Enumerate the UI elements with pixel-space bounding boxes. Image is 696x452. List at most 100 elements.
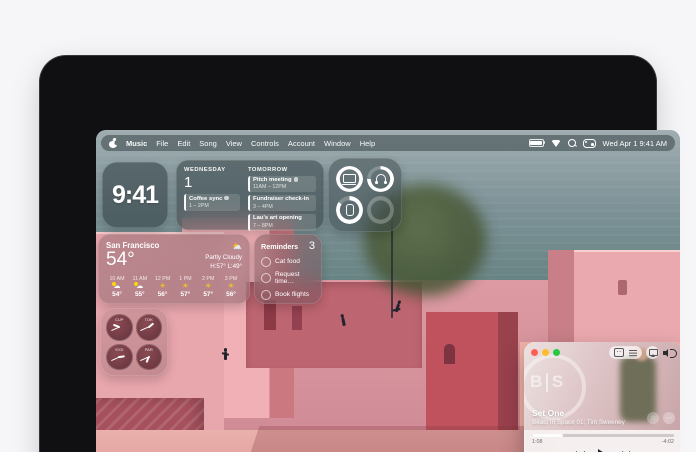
reminder-item[interactable]: Book flights: [261, 289, 315, 300]
song-title: Set One: [532, 408, 565, 418]
music-mini-player-window[interactable]: B S Set One Beats In Space 01: Tim Sween…: [524, 342, 680, 452]
reminder-item[interactable]: Request time…: [261, 271, 315, 285]
screen: Music File Edit Song View Controls Accou…: [96, 130, 680, 452]
more-options-button[interactable]: ⋯: [663, 412, 675, 424]
device-bezel: Music File Edit Song View Controls Accou…: [40, 56, 680, 452]
clock-face-paris: PAR: [135, 343, 162, 370]
volume-wave: [670, 349, 677, 358]
menu-item-controls[interactable]: Controls: [251, 139, 279, 148]
calendar-event[interactable]: Lau's art opening 7 – 8PM: [248, 213, 316, 231]
reminders-widget[interactable]: Reminders 3 Cat food Request time… Book …: [254, 234, 322, 304]
menu-item-account[interactable]: Account: [288, 139, 315, 148]
clock-face-tokyo: TOK: [135, 314, 162, 341]
battery-icon[interactable]: [528, 138, 546, 148]
minute-hand: [110, 356, 120, 361]
clock-widget[interactable]: 9:41: [102, 162, 168, 228]
minimize-button[interactable]: [542, 349, 549, 356]
menu-item-help[interactable]: Help: [360, 139, 375, 148]
menu-bar: Music File Edit Song View Controls Accou…: [101, 135, 675, 151]
menu-item-window[interactable]: Window: [324, 139, 351, 148]
battery-ring-headphones: [367, 166, 394, 192]
calendar-event-time: 7 – 8PM: [253, 222, 273, 229]
battery-ring-empty: [367, 195, 394, 224]
airplay-icon[interactable]: [646, 346, 659, 359]
wallpaper-red-block-side: [498, 312, 518, 442]
calendar-event[interactable]: Fundraiser check-in 3 – 4PM: [248, 194, 316, 212]
wallpaper-doorway: [292, 306, 302, 330]
lyrics-icon[interactable]: [614, 348, 624, 357]
batteries-widget[interactable]: [328, 158, 402, 232]
calendar-event[interactable]: Pitch meeting 11AM – 12PM: [248, 175, 316, 193]
hour-temp: 56°: [226, 290, 236, 298]
menu-item-song[interactable]: Song: [199, 139, 217, 148]
checkbox-circle-icon[interactable]: [261, 273, 271, 283]
hour-label: 2 PM: [202, 275, 215, 282]
minute-hand: [140, 326, 149, 332]
coffee-cup-icon: [224, 195, 229, 201]
laptop-icon: [341, 174, 356, 185]
album-logo: B S: [530, 372, 563, 392]
city-label: PAR: [144, 346, 153, 352]
world-clock-widget[interactable]: CUP TOK SYD PAR: [100, 308, 168, 376]
minute-hand: [110, 326, 120, 332]
volume-icon[interactable]: [663, 348, 677, 358]
calendar-event-title: Pitch meeting: [253, 177, 292, 183]
weather-hour: 3 PM ☀ 56°: [220, 276, 242, 298]
control-center-icon[interactable]: [582, 138, 596, 148]
calendar-event-time: 11AM – 12PM: [253, 184, 287, 191]
checkbox-circle-icon[interactable]: [261, 256, 271, 267]
zoom-button[interactable]: [553, 349, 560, 356]
partly-cloudy-icon: ☁: [111, 281, 121, 290]
checkbox-circle-icon[interactable]: [261, 289, 271, 300]
weather-right: ⛅ Partly Cloudy H:57° L:49°: [205, 241, 242, 272]
clock-face-sydney: SYD: [106, 343, 133, 370]
favorite-star-button[interactable]: ☆: [647, 412, 659, 424]
hour-temp: 57°: [180, 290, 191, 298]
close-button[interactable]: [531, 349, 538, 356]
wifi-icon[interactable]: [550, 139, 561, 147]
sun-icon: ☀: [205, 281, 212, 290]
hour-temp: 56°: [157, 290, 168, 298]
hour-label: 12 PM: [154, 275, 171, 282]
reminder-label: Cat food: [275, 258, 300, 265]
toolbar-pill: [609, 346, 642, 359]
calendar-event-time: 1 – 2PM: [189, 202, 209, 209]
menu-bar-clock[interactable]: Wed Apr 1 9:41 AM: [603, 139, 667, 148]
reminder-label: Book flights: [275, 291, 310, 298]
now-playing-meta: Set One Beats In Space 01: Tim Sweeney: [532, 408, 625, 426]
city-label: TOK: [144, 317, 153, 322]
calendar-date: 1: [184, 174, 193, 191]
search-icon[interactable]: [567, 139, 576, 147]
menu-item-file[interactable]: File: [156, 139, 168, 148]
microphone-icon: [293, 177, 299, 182]
album-logo-b: B: [530, 372, 543, 391]
calendar-tomorrow-column: TOMORROW Pitch meeting 11AM – 12PM Fundr…: [248, 167, 316, 231]
hour-label: 3 PM: [224, 275, 238, 282]
partly-cloudy-icon: ⛅: [232, 242, 242, 251]
album-logo-divider: [546, 372, 548, 392]
progress-bar[interactable]: [532, 434, 674, 437]
reminders-title: Reminders: [261, 242, 299, 251]
hour-hand: [148, 322, 154, 328]
calendar-event[interactable]: Coffee sync 1 – 2PM: [184, 194, 240, 211]
calendar-event-title: Lau's art opening: [253, 215, 302, 222]
hour-temp: 57°: [203, 290, 214, 298]
city-label: SYD: [115, 346, 124, 352]
queue-icon[interactable]: [629, 349, 637, 356]
weather-hour: 11 AM ☁ 55°: [129, 276, 151, 298]
sun-icon: ☀: [227, 281, 235, 290]
weather-hourly-row: 10 AM ☁ 54° 11 AM ☁ 55° 12 PM ☀ 56° 1 PM…: [106, 276, 242, 298]
wallpaper-shadow: [232, 426, 560, 452]
stage: Music File Edit Song View Controls Accou…: [0, 0, 696, 452]
calendar-today-column: WEDNESDAY 1 Coffee sync 1 – 2PM: [184, 167, 240, 223]
apple-menu-icon[interactable]: [109, 139, 117, 148]
calendar-day-label: WEDNESDAY: [184, 167, 226, 173]
reminder-item[interactable]: Cat food: [261, 256, 315, 267]
menu-item-music[interactable]: Music: [126, 139, 147, 148]
wallpaper-doorway: [264, 300, 276, 330]
menu-item-edit[interactable]: Edit: [177, 139, 190, 148]
menu-item-view[interactable]: View: [226, 139, 242, 148]
hour-label: 1 PM: [179, 275, 192, 282]
weather-widget[interactable]: San Francisco 54° ⛅ Partly Cloudy H:57° …: [98, 234, 250, 304]
calendar-widget[interactable]: WEDNESDAY 1 Coffee sync 1 – 2PM TOMORROW…: [176, 160, 324, 231]
